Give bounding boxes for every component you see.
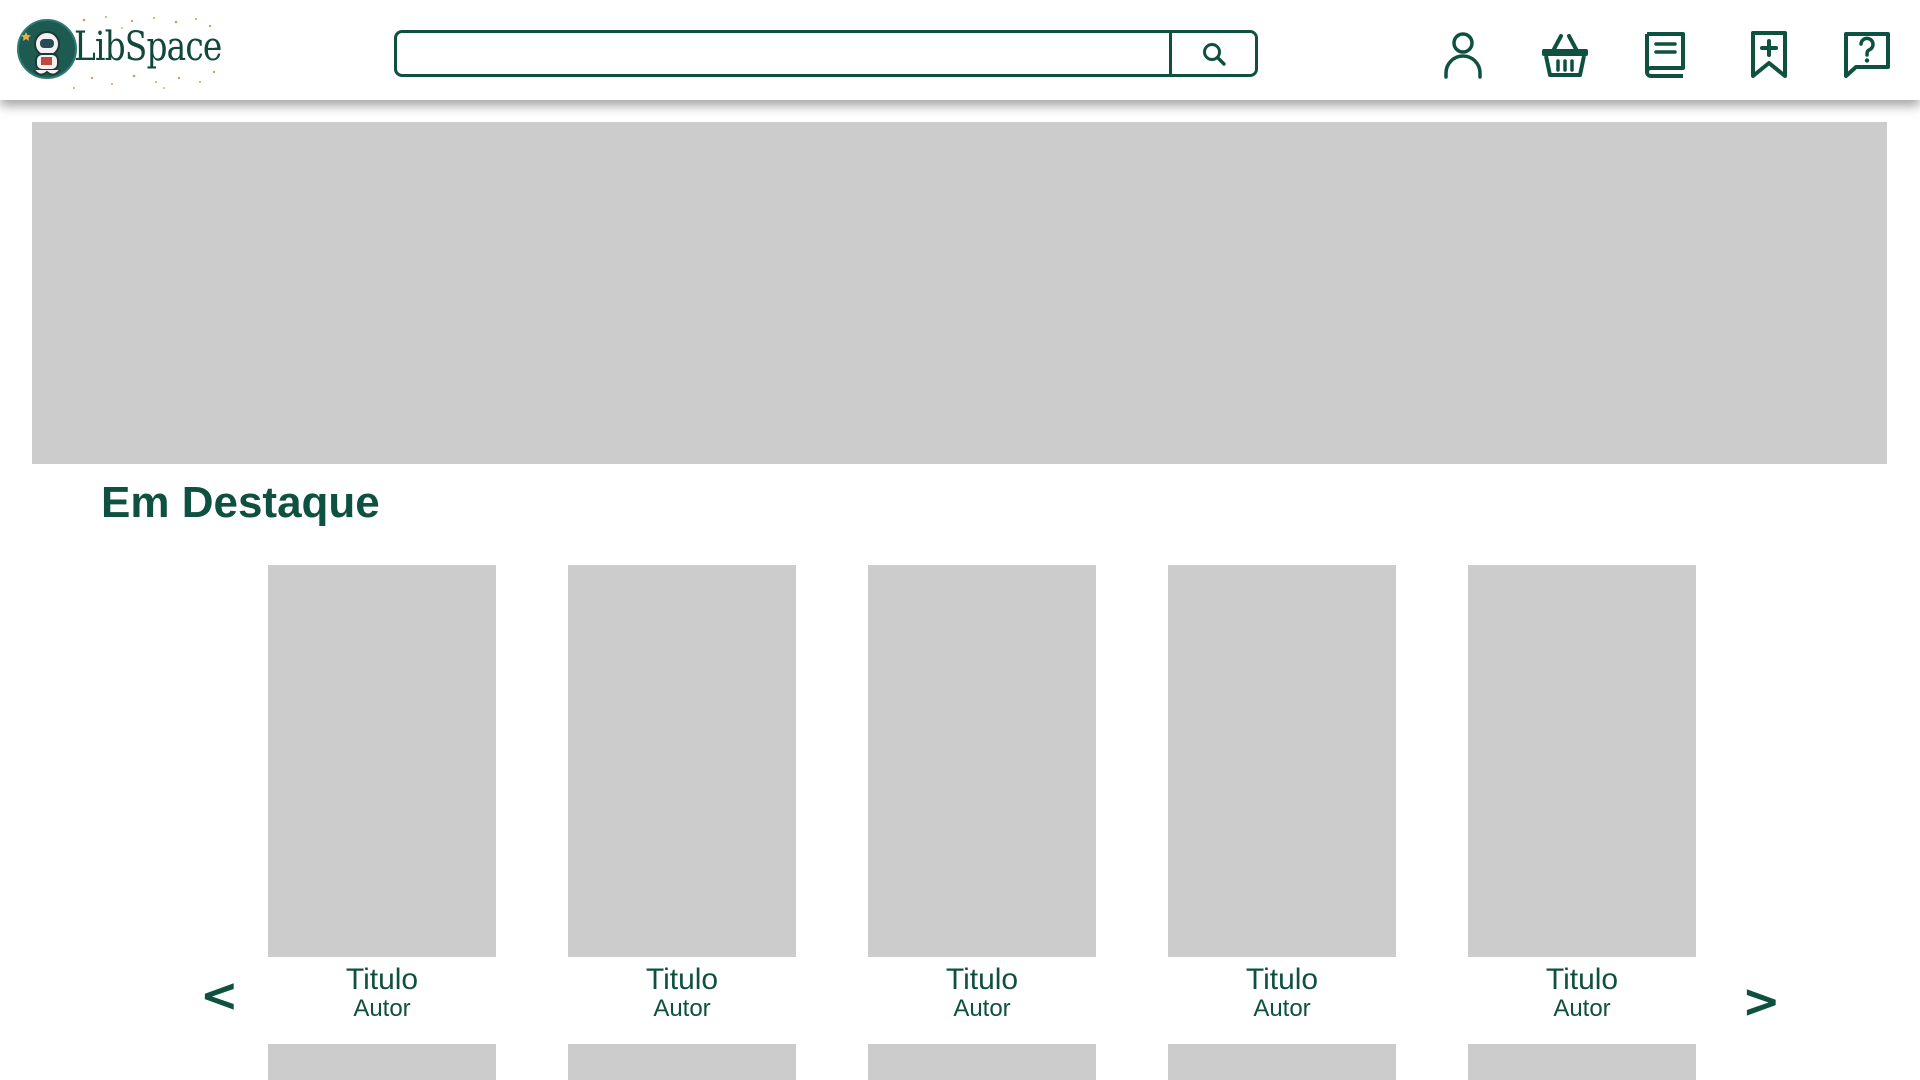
book-author: Autor (1553, 995, 1611, 1022)
search-input[interactable] (397, 33, 1169, 74)
book-cover-next-row[interactable] (1468, 1044, 1696, 1080)
book-cover-next-row[interactable] (1168, 1044, 1396, 1080)
book-author: Autor (353, 995, 411, 1022)
book-title: Titulo (1545, 963, 1619, 996)
book-cover-next-row[interactable] (268, 1044, 496, 1080)
section-title: Em Destaque (101, 478, 380, 527)
search-button[interactable] (1169, 33, 1255, 74)
carousel-next-button[interactable]: > (1742, 978, 1781, 1024)
brand-name: LibSpace (74, 24, 222, 70)
top-header: LibSpace (0, 0, 1920, 100)
book-author: Autor (653, 995, 711, 1022)
book-card[interactable]: Titulo Autor (1468, 565, 1696, 1021)
book-card[interactable]: Titulo Autor (568, 565, 796, 1021)
book-cover[interactable] (868, 565, 1096, 957)
book-title: Titulo (345, 963, 419, 996)
help-icon (1844, 32, 1890, 78)
book-title: Titulo (1245, 963, 1319, 996)
account-button[interactable] (1434, 28, 1492, 82)
carousel-prev-button[interactable]: < (200, 972, 239, 1018)
book-cover[interactable] (568, 565, 796, 957)
book-cover-next-row[interactable] (568, 1044, 796, 1080)
book-title: Titulo (645, 963, 719, 996)
bookmark-add-icon (1751, 31, 1787, 78)
cart-button[interactable] (1536, 28, 1594, 82)
book-cover[interactable] (1168, 565, 1396, 957)
library-button[interactable] (1636, 28, 1694, 82)
book-icon (1645, 32, 1685, 78)
book-title: Titulo (945, 963, 1019, 996)
book-author: Autor (1253, 995, 1311, 1022)
book-card[interactable]: Titulo Autor (268, 565, 496, 1021)
help-button[interactable] (1838, 28, 1896, 82)
user-icon (1444, 32, 1482, 79)
book-author: Autor (953, 995, 1011, 1022)
book-card[interactable]: Titulo Autor (1168, 565, 1396, 1021)
book-cover-next-row[interactable] (868, 1044, 1096, 1080)
search-bar (394, 30, 1258, 77)
libspace-logo[interactable]: LibSpace (14, 12, 224, 94)
astronaut-emblem-icon (17, 19, 77, 79)
book-cover[interactable] (268, 565, 496, 957)
wishlist-button[interactable] (1740, 28, 1798, 82)
book-card[interactable]: Titulo Autor (868, 565, 1096, 1021)
search-icon (1202, 42, 1226, 66)
basket-icon (1542, 34, 1588, 77)
book-cover[interactable] (1468, 565, 1696, 957)
hero-banner[interactable] (32, 122, 1887, 464)
